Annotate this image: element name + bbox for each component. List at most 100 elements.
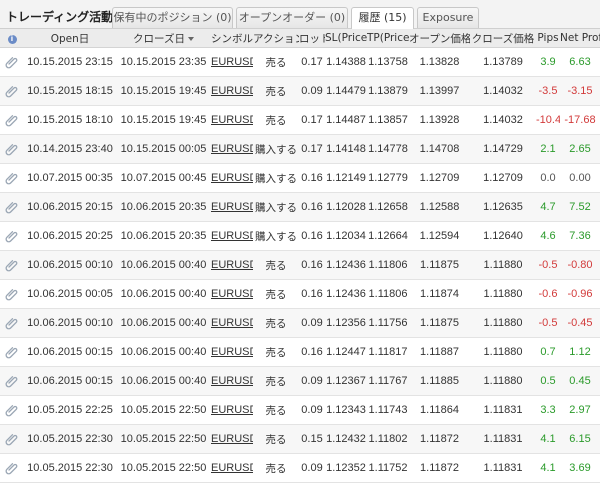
table-row[interactable]: 10.06.2015 00:10 10.06.2015 00:40 EURUSD 売る… bbox=[0, 308, 600, 338]
attachment-cell[interactable] bbox=[0, 105, 24, 135]
tab-exposure[interactable]: Exposure bbox=[417, 7, 479, 28]
attachment-cell[interactable] bbox=[0, 163, 24, 193]
paperclip-icon[interactable] bbox=[5, 258, 19, 272]
paperclip-icon[interactable] bbox=[5, 200, 19, 214]
paperclip-icon[interactable] bbox=[5, 287, 19, 301]
close-price-header[interactable]: クローズ価格 bbox=[470, 29, 536, 48]
symbol-cell[interactable]: EURUSD bbox=[211, 453, 253, 483]
symbol-cell[interactable]: EURUSD bbox=[211, 47, 253, 77]
symbol-link[interactable]: EURUSD bbox=[211, 404, 253, 416]
table-row[interactable]: 10.06.2015 00:10 10.06.2015 00:40 EURUSD 売る… bbox=[0, 250, 600, 280]
paperclip-icon[interactable] bbox=[5, 229, 19, 243]
symbol-link[interactable]: EURUSD bbox=[211, 346, 253, 358]
symbol-link[interactable]: EURUSD bbox=[211, 114, 253, 126]
pips-header[interactable]: Pips bbox=[536, 29, 560, 48]
table-row[interactable]: 10.15.2015 23:15 10.15.2015 23:35 EURUSD 売る… bbox=[0, 47, 600, 77]
paperclip-icon[interactable] bbox=[5, 461, 19, 475]
table-row[interactable]: 10.07.2015 00:35 10.07.2015 00:45 EURUSD 購入… bbox=[0, 163, 600, 193]
symbol-link[interactable]: EURUSD bbox=[211, 288, 253, 300]
attachment-cell[interactable] bbox=[0, 134, 24, 164]
pips-cell: -0.6 bbox=[536, 279, 560, 309]
paperclip-icon[interactable] bbox=[5, 142, 19, 156]
attachment-cell[interactable] bbox=[0, 453, 24, 483]
symbol-link[interactable]: EURUSD bbox=[211, 143, 253, 155]
attachment-cell[interactable] bbox=[0, 366, 24, 396]
attachment-cell[interactable] bbox=[0, 192, 24, 222]
attachment-cell[interactable] bbox=[0, 337, 24, 367]
paperclip-icon[interactable] bbox=[5, 113, 19, 127]
symbol-link[interactable]: EURUSD bbox=[211, 462, 253, 474]
tp-header[interactable]: TP(Price) bbox=[367, 29, 409, 48]
symbol-link[interactable]: EURUSD bbox=[211, 375, 253, 387]
symbol-header[interactable]: シンボル bbox=[211, 29, 253, 48]
lot-header[interactable]: ロット bbox=[299, 29, 325, 48]
table-row[interactable]: 10.06.2015 20:15 10.06.2015 20:35 EURUSD 購入… bbox=[0, 192, 600, 222]
symbol-cell[interactable]: EURUSD bbox=[211, 163, 253, 193]
attachment-cell[interactable] bbox=[0, 424, 24, 454]
tab-open-positions[interactable]: 保有中のポジション (0) bbox=[112, 7, 233, 28]
tab-history[interactable]: 履歴 (15) bbox=[351, 7, 414, 29]
info-column-header[interactable]: i bbox=[0, 29, 24, 48]
sl-header[interactable]: SL(Price) bbox=[325, 29, 367, 48]
table-row[interactable]: 10.05.2015 22:25 10.05.2015 22:50 EURUSD 売る… bbox=[0, 395, 600, 425]
table-row[interactable]: 10.06.2015 20:25 10.06.2015 20:35 EURUSD 購入… bbox=[0, 221, 600, 251]
attachment-cell[interactable] bbox=[0, 308, 24, 338]
table-row[interactable]: 10.15.2015 18:10 10.15.2015 19:45 EURUSD 売る… bbox=[0, 105, 600, 135]
attachment-cell[interactable] bbox=[0, 47, 24, 77]
close-date-header[interactable]: クローズ日 bbox=[116, 29, 211, 48]
symbol-link[interactable]: EURUSD bbox=[211, 201, 253, 213]
tab-open-orders[interactable]: オープンオーダー (0) bbox=[236, 7, 348, 28]
open-price-header[interactable]: オープン価格 bbox=[409, 29, 470, 48]
symbol-cell[interactable]: EURUSD bbox=[211, 279, 253, 309]
paperclip-icon[interactable] bbox=[5, 345, 19, 359]
symbol-link[interactable]: EURUSD bbox=[211, 172, 253, 184]
symbol-cell[interactable]: EURUSD bbox=[211, 308, 253, 338]
symbol-link[interactable]: EURUSD bbox=[211, 85, 253, 97]
symbol-cell[interactable]: EURUSD bbox=[211, 221, 253, 251]
symbol-cell[interactable]: EURUSD bbox=[211, 337, 253, 367]
open-date-header[interactable]: Open日 bbox=[24, 29, 116, 48]
symbol-link[interactable]: EURUSD bbox=[211, 433, 253, 445]
table-row[interactable]: 10.06.2015 00:05 10.06.2015 00:40 EURUSD 売る… bbox=[0, 279, 600, 309]
pips-cell: 3.9 bbox=[536, 47, 560, 77]
symbol-cell[interactable]: EURUSD bbox=[211, 105, 253, 135]
symbol-cell[interactable]: EURUSD bbox=[211, 424, 253, 454]
symbol-cell[interactable]: EURUSD bbox=[211, 395, 253, 425]
action-header[interactable]: アクション bbox=[253, 29, 299, 48]
attachment-cell[interactable] bbox=[0, 76, 24, 106]
table-row[interactable]: 10.05.2015 22:30 10.05.2015 22:50 EURUSD 売る… bbox=[0, 424, 600, 454]
table-row[interactable]: 10.14.2015 23:40 10.15.2015 00:05 EURUSD 購入… bbox=[0, 134, 600, 164]
paperclip-icon[interactable] bbox=[5, 84, 19, 98]
table-row[interactable]: 10.05.2015 22:30 10.05.2015 22:50 EURUSD 売る… bbox=[0, 453, 600, 483]
net-profit-header[interactable]: Net Profit bbox=[560, 29, 600, 48]
attachment-cell[interactable] bbox=[0, 395, 24, 425]
net-profit-cell: -0.45 bbox=[560, 308, 600, 338]
paperclip-icon[interactable] bbox=[5, 171, 19, 185]
paperclip-icon[interactable] bbox=[5, 55, 19, 69]
symbol-link[interactable]: EURUSD bbox=[211, 56, 253, 68]
sl-cell: 1.12436 bbox=[325, 279, 367, 309]
pips-cell: 4.7 bbox=[536, 192, 560, 222]
symbol-cell[interactable]: EURUSD bbox=[211, 76, 253, 106]
symbol-cell[interactable]: EURUSD bbox=[211, 250, 253, 280]
info-icon[interactable]: i bbox=[7, 35, 17, 44]
table-row[interactable]: 10.06.2015 00:15 10.06.2015 00:40 EURUSD 売る… bbox=[0, 366, 600, 396]
table-row[interactable]: 10.15.2015 18:15 10.15.2015 19:45 EURUSD 売る… bbox=[0, 76, 600, 106]
tp-cell: 1.11756 bbox=[367, 308, 409, 338]
symbol-cell[interactable]: EURUSD bbox=[211, 366, 253, 396]
attachment-cell[interactable] bbox=[0, 250, 24, 280]
attachment-cell[interactable] bbox=[0, 221, 24, 251]
attachment-cell[interactable] bbox=[0, 279, 24, 309]
symbol-cell[interactable]: EURUSD bbox=[211, 134, 253, 164]
paperclip-icon[interactable] bbox=[5, 432, 19, 446]
table-row[interactable]: 10.06.2015 00:15 10.06.2015 00:40 EURUSD 売る… bbox=[0, 337, 600, 367]
symbol-link[interactable]: EURUSD bbox=[211, 317, 253, 329]
symbol-link[interactable]: EURUSD bbox=[211, 230, 253, 242]
paperclip-icon[interactable] bbox=[5, 374, 19, 388]
symbol-link[interactable]: EURUSD bbox=[211, 259, 253, 271]
lot-cell: 0.17 bbox=[299, 47, 325, 77]
tp-cell: 1.11743 bbox=[367, 395, 409, 425]
paperclip-icon[interactable] bbox=[5, 316, 19, 330]
symbol-cell[interactable]: EURUSD bbox=[211, 192, 253, 222]
paperclip-icon[interactable] bbox=[5, 403, 19, 417]
